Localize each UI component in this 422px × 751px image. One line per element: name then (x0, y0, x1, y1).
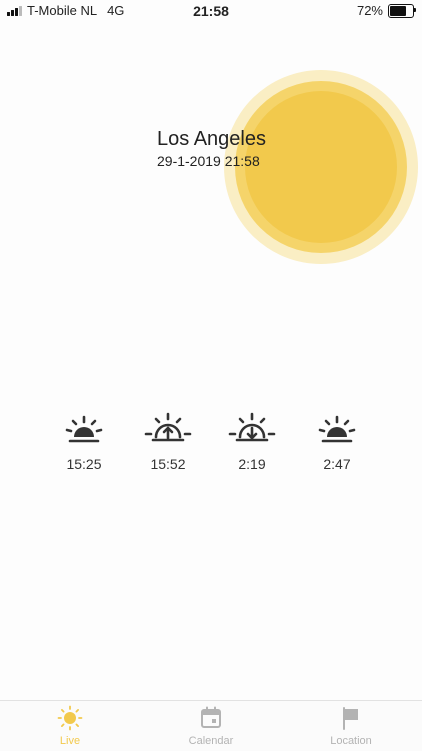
tab-calendar[interactable]: Calendar (161, 705, 261, 747)
sunrise-up-arrow-icon (144, 412, 192, 442)
sunset-down-arrow-icon (228, 412, 276, 442)
time-label: 2:47 (323, 456, 351, 472)
time-label: 2:19 (238, 456, 266, 472)
tab-label: Location (330, 735, 372, 747)
sun-times-row: 15:25 15:52 2:19 2:47 (0, 410, 422, 490)
sun-icon (57, 705, 83, 731)
current-datetime: 29-1-2019 21:58 (157, 153, 260, 169)
sun-time-item: 15:25 (49, 410, 119, 472)
tab-location[interactable]: Location (301, 705, 401, 747)
time-label: 15:25 (66, 456, 102, 472)
sun-time-item: 15:52 (133, 410, 203, 472)
tab-label: Live (59, 735, 81, 747)
city-name: Los Angeles (157, 128, 266, 150)
sun-time-item: 2:47 (302, 410, 372, 472)
flag-icon (343, 707, 358, 730)
battery-level (390, 5, 406, 16)
tab-live[interactable]: Live (20, 705, 120, 747)
status-right: 72% (356, 3, 416, 18)
sun-time-item: 2:19 (217, 410, 287, 472)
tab-label: Calendar (188, 735, 234, 747)
time-label: 15:52 (150, 456, 186, 472)
calendar-icon (201, 706, 221, 728)
sun-core (245, 91, 397, 243)
tab-bar: Live Calendar Location (0, 700, 422, 751)
sunset-icon (318, 415, 356, 443)
battery-percent: 72% (356, 3, 383, 18)
status-bar: T-Mobile NL 4G 21:58 72% (0, 0, 422, 22)
battery-icon (388, 3, 416, 18)
sunrise-icon (65, 415, 103, 443)
